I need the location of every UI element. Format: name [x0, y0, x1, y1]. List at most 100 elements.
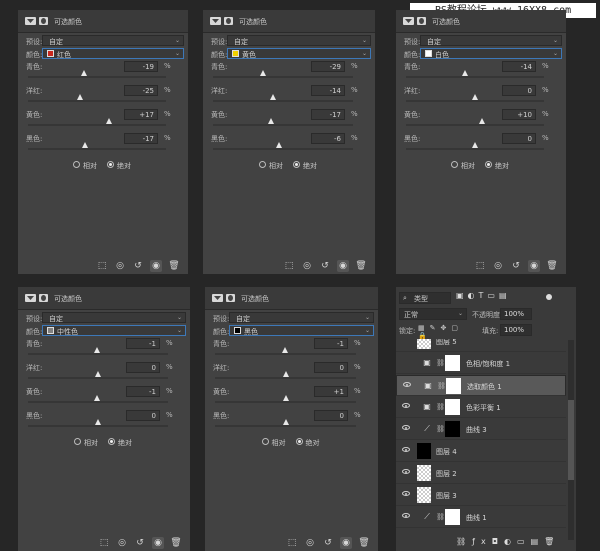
- trash-icon[interactable]: 🗑: [358, 537, 370, 549]
- cyan-input[interactable]: -19: [124, 61, 158, 72]
- relative-radio[interactable]: [74, 438, 81, 445]
- preset-select[interactable]: 自定 ⌄: [227, 35, 371, 46]
- layer-row[interactable]: ▣ ⛓ 选取颜色 1: [396, 375, 566, 396]
- black-slider-thumb[interactable]: [95, 419, 101, 425]
- cyan-slider-thumb[interactable]: [462, 70, 469, 76]
- eye-icon[interactable]: [402, 513, 410, 518]
- trash-icon[interactable]: 🗑: [355, 260, 367, 272]
- black-input[interactable]: 0: [314, 410, 348, 421]
- magenta-input[interactable]: -14: [311, 85, 345, 96]
- cyan-slider-thumb[interactable]: [94, 347, 101, 353]
- black-input[interactable]: 0: [502, 133, 536, 144]
- chain-link-icon[interactable]: ⛓: [437, 382, 446, 390]
- yellow-input[interactable]: +17: [124, 109, 158, 120]
- yellow-slider[interactable]: [28, 401, 168, 403]
- yellow-slider[interactable]: [28, 124, 166, 126]
- yellow-input[interactable]: -17: [311, 109, 345, 120]
- black-slider[interactable]: [28, 425, 168, 427]
- layer-mask-icon[interactable]: [226, 294, 235, 302]
- layer-mask-thumbnail[interactable]: [445, 421, 460, 437]
- preset-select[interactable]: 自定 ⌄: [229, 312, 374, 323]
- absolute-radio[interactable]: [485, 161, 492, 168]
- layer-row[interactable]: 图层 3: [396, 485, 566, 506]
- lock-icons[interactable]: ▦✎✥▢🔒: [418, 324, 468, 340]
- yellow-slider[interactable]: [213, 124, 353, 126]
- yellow-input[interactable]: +10: [502, 109, 536, 120]
- magenta-input[interactable]: -25: [124, 85, 158, 96]
- chain-link-icon[interactable]: ⛓: [436, 425, 445, 433]
- eye-icon[interactable]: [402, 425, 410, 430]
- color-select[interactable]: 白色 ⌄: [420, 48, 562, 59]
- chain-link-icon[interactable]: ⛓: [436, 513, 445, 521]
- eye-icon[interactable]: [402, 491, 410, 496]
- cyan-input[interactable]: -29: [311, 61, 345, 72]
- relative-radio[interactable]: [259, 161, 266, 168]
- yellow-slider-thumb[interactable]: [94, 395, 101, 401]
- view-previous-icon[interactable]: ◎: [116, 537, 128, 549]
- black-slider[interactable]: [215, 425, 356, 427]
- clip-to-layer-icon[interactable]: ⬚: [283, 260, 295, 272]
- magenta-slider[interactable]: [28, 100, 166, 102]
- relative-radio[interactable]: [73, 161, 80, 168]
- visibility-eye-icon[interactable]: ◉: [337, 260, 349, 272]
- black-input[interactable]: -6: [311, 133, 345, 144]
- magenta-input[interactable]: 0: [126, 362, 160, 373]
- yellow-slider-thumb[interactable]: [268, 118, 275, 124]
- cyan-slider[interactable]: [406, 76, 544, 78]
- absolute-radio[interactable]: [108, 438, 115, 445]
- yellow-slider-thumb[interactable]: [283, 395, 290, 401]
- clip-to-layer-icon[interactable]: ⬚: [96, 260, 108, 272]
- preset-select[interactable]: 自定 ⌄: [42, 35, 184, 46]
- black-slider[interactable]: [28, 148, 166, 150]
- visibility-toggle[interactable]: [402, 359, 410, 365]
- yellow-input[interactable]: +1: [314, 386, 348, 397]
- layer-row[interactable]: ▣ ⛓ 色相/饱和度 1: [396, 353, 566, 374]
- cyan-slider[interactable]: [215, 353, 356, 355]
- layer-row[interactable]: 图层 5: [396, 339, 566, 352]
- yellow-slider-thumb[interactable]: [478, 118, 485, 124]
- reset-icon[interactable]: ↺: [319, 260, 331, 272]
- layer-mask-thumbnail[interactable]: [445, 355, 460, 371]
- opacity-field[interactable]: 100%: [500, 308, 532, 320]
- magenta-slider-thumb[interactable]: [282, 371, 289, 377]
- reset-icon[interactable]: ↺: [510, 260, 522, 272]
- magenta-slider[interactable]: [28, 377, 168, 379]
- filter-icons[interactable]: ▣◐T▭▤: [456, 291, 546, 303]
- eye-icon[interactable]: [402, 447, 410, 452]
- reset-icon[interactable]: ↺: [322, 537, 334, 549]
- magenta-input[interactable]: 0: [502, 85, 536, 96]
- layer-row[interactable]: 图层 4: [396, 441, 566, 462]
- view-previous-icon[interactable]: ◎: [492, 260, 504, 272]
- cyan-slider[interactable]: [28, 353, 168, 355]
- visibility-eye-icon[interactable]: ◉: [340, 537, 352, 549]
- layer-mask-icon[interactable]: [39, 17, 48, 25]
- absolute-radio[interactable]: [107, 161, 114, 168]
- black-slider-thumb[interactable]: [282, 419, 289, 425]
- black-input[interactable]: 0: [126, 410, 160, 421]
- view-previous-icon[interactable]: ◎: [301, 260, 313, 272]
- black-slider[interactable]: [406, 148, 544, 150]
- view-previous-icon[interactable]: ◎: [304, 537, 316, 549]
- view-previous-icon[interactable]: ◎: [114, 260, 126, 272]
- black-input[interactable]: -17: [124, 133, 158, 144]
- color-select[interactable]: 黑色 ⌄: [229, 325, 374, 336]
- trash-icon[interactable]: 🗑: [546, 260, 558, 272]
- layer-filter-dropdown[interactable]: ⌕ 类型: [399, 292, 451, 304]
- visibility-eye-icon[interactable]: ◉: [152, 537, 164, 549]
- scrollbar-thumb[interactable]: [568, 400, 574, 480]
- layer-mask-icon[interactable]: [39, 294, 48, 302]
- layers-scrollbar[interactable]: [568, 340, 574, 540]
- magenta-slider-thumb[interactable]: [472, 94, 478, 100]
- chain-link-icon[interactable]: ⛓: [436, 403, 445, 411]
- visibility-eye-icon[interactable]: ◉: [150, 260, 162, 272]
- layer-row[interactable]: 图层 2: [396, 463, 566, 484]
- black-slider[interactable]: [213, 148, 353, 150]
- color-select[interactable]: 中性色 ⌄: [42, 325, 186, 336]
- eye-icon[interactable]: [402, 469, 410, 474]
- reset-icon[interactable]: ↺: [132, 260, 144, 272]
- layer-mask-thumbnail[interactable]: [445, 399, 460, 415]
- reset-icon[interactable]: ↺: [134, 537, 146, 549]
- yellow-input[interactable]: -1: [126, 386, 160, 397]
- black-slider-thumb[interactable]: [82, 142, 89, 148]
- clip-to-layer-icon[interactable]: ⬚: [474, 260, 486, 272]
